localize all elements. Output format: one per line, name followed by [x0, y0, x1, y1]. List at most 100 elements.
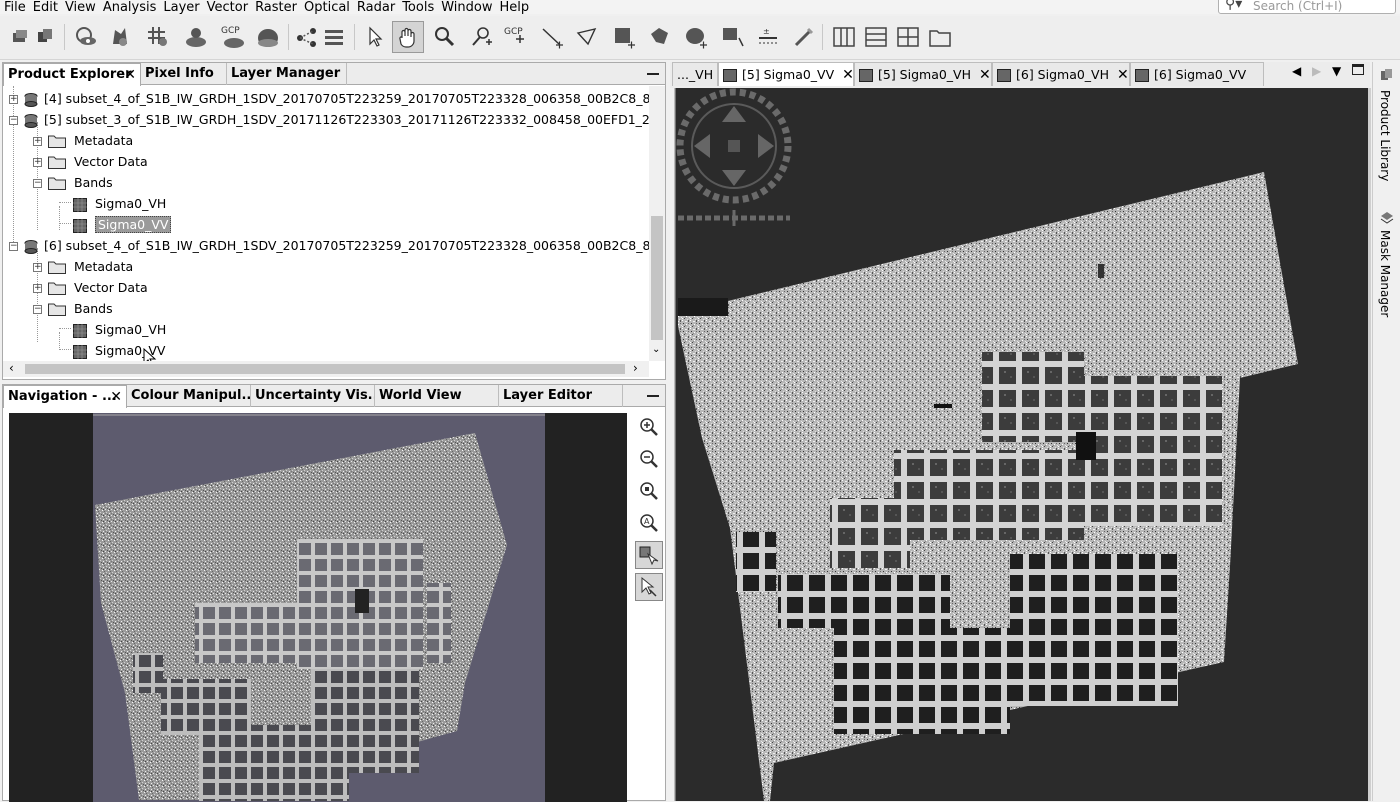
tab-pixel-info[interactable]: Pixel Info [141, 63, 227, 85]
expand-icon[interactable]: + [33, 284, 42, 293]
collapse-icon[interactable]: − [9, 242, 18, 251]
scroll-right-icon[interactable]: › [633, 361, 638, 375]
sync-views-icon[interactable] [635, 541, 663, 569]
menu-help[interactable]: Help [496, 1, 533, 15]
batch-icon[interactable] [318, 21, 350, 53]
tree-node-bands[interactable]: − Bands [33, 172, 113, 193]
pan-tool-icon[interactable] [392, 21, 424, 53]
band-icon [1135, 69, 1149, 82]
menu-file[interactable]: File [0, 1, 29, 15]
magic-brush-icon[interactable] [788, 21, 820, 53]
ellipse-draw-icon[interactable] [680, 21, 712, 53]
tab-navigation[interactable]: Navigation - ... ✕ [3, 385, 127, 408]
menu-layer[interactable]: Layer [159, 1, 202, 15]
tab-image-5-sigma0-vv[interactable]: [5] Sigma0_VV ✕ [718, 62, 854, 86]
tree-node-product-5[interactable]: − [5] subset_3_of_S1B_IW_GRDH_1SDV_201711… [9, 109, 649, 130]
product-library-icon[interactable] [30, 21, 62, 53]
tree-node-product-4[interactable]: + [4] subset_4_of_S1B_IW_GRDH_1SDV_201707… [9, 88, 649, 109]
menu-window[interactable]: Window [437, 1, 495, 15]
tile-single-icon[interactable] [924, 21, 956, 53]
rectangle-draw-icon[interactable] [608, 21, 640, 53]
grid-icon[interactable] [142, 21, 174, 53]
zoom-out-icon[interactable] [635, 445, 663, 473]
close-icon[interactable]: ✕ [1117, 63, 1129, 87]
side-tab-mask-manager[interactable]: Mask Manager [1378, 230, 1392, 317]
scroll-thumb[interactable] [25, 364, 625, 374]
tree-horizontal-scrollbar[interactable]: ‹ › [3, 361, 649, 377]
tab-scroll-left-icon[interactable]: ◀ [1292, 64, 1301, 78]
tab-list-icon[interactable]: ▼ [1332, 64, 1341, 78]
menu-view[interactable]: View [61, 1, 99, 15]
zoom-all-icon[interactable]: A [635, 509, 663, 537]
expand-icon[interactable]: + [33, 137, 42, 146]
minimize-icon[interactable] [647, 395, 659, 397]
tree-node-band-sigma0-vh[interactable]: Sigma0_VH [73, 193, 166, 214]
tree-node-band-sigma0-vv[interactable]: Sigma0_VV [73, 214, 172, 235]
polyline-draw-icon[interactable] [572, 21, 604, 53]
scroll-left-icon[interactable]: ‹ [9, 361, 14, 375]
tree-node-product-6[interactable]: − [6] subset_4_of_S1B_IW_GRDH_1SDV_201707… [9, 235, 649, 256]
tree-node-vector-data[interactable]: + Vector Data [33, 151, 148, 172]
collapse-icon[interactable]: − [33, 305, 42, 314]
zoom-pixel-icon[interactable] [635, 477, 663, 505]
select-tool-icon[interactable] [358, 21, 390, 53]
pin-icon[interactable] [180, 21, 212, 53]
range-finder-icon[interactable] [716, 21, 748, 53]
line-draw-icon[interactable] [536, 21, 568, 53]
magic-wand-icon[interactable]: ± [752, 21, 784, 53]
pin-placing-icon[interactable] [466, 21, 498, 53]
tab-layer-editor[interactable]: Layer Editor [499, 385, 623, 407]
tree-node-bands[interactable]: − Bands [33, 298, 113, 319]
tab-image-5-sigma0-vh[interactable]: [5] Sigma0_VH ✕ [854, 62, 992, 86]
menu-tools[interactable]: Tools [398, 1, 437, 15]
sync-cursor-icon[interactable] [635, 573, 663, 601]
gcp-manager-icon[interactable]: GCP [216, 21, 248, 53]
menu-analysis[interactable]: Analysis [99, 1, 160, 15]
menu-vector[interactable]: Vector [203, 1, 251, 15]
gcp-tool-icon[interactable] [104, 21, 136, 53]
tab-scroll-right-icon[interactable]: ▶ [1312, 64, 1321, 78]
scroll-down-icon[interactable]: ⌄ [652, 344, 660, 355]
tab-image-6-sigma0-vh[interactable]: [6] Sigma0_VH ✕ [992, 62, 1130, 86]
tab-image-vh-partial[interactable]: ..._VH [672, 62, 718, 86]
collapse-icon[interactable]: − [9, 116, 18, 125]
tab-colour-manipulation[interactable]: Colour Manipul... [127, 385, 251, 407]
polygon-draw-icon[interactable] [644, 21, 676, 53]
collapse-icon[interactable]: − [33, 179, 42, 188]
close-icon[interactable]: ✕ [110, 386, 122, 408]
expand-icon[interactable]: + [33, 158, 42, 167]
gcp-placing-icon[interactable]: GCP [500, 21, 532, 53]
tree-node-metadata[interactable]: + Metadata [33, 130, 133, 151]
layer-visibility-icon[interactable] [70, 21, 102, 53]
tab-image-6-sigma0-vv[interactable]: [6] Sigma0_VV [1130, 62, 1264, 86]
tab-uncertainty-visualisation[interactable]: Uncertainty Vis... [251, 385, 375, 407]
tab-layer-manager[interactable]: Layer Manager [227, 63, 347, 85]
expand-icon[interactable]: + [33, 263, 42, 272]
search-input[interactable]: ⚲▾ Search (Ctrl+I) [1218, 0, 1396, 14]
menu-raster[interactable]: Raster [251, 1, 300, 15]
minimize-icon[interactable] [647, 73, 659, 75]
tree-node-metadata[interactable]: + Metadata [33, 256, 133, 277]
close-icon[interactable]: ✕ [124, 64, 136, 86]
menu-radar[interactable]: Radar [353, 1, 398, 15]
tab-product-explorer[interactable]: Product Explorer ✕ [3, 63, 141, 86]
tile-vertically-icon[interactable] [892, 21, 924, 53]
maximize-icon[interactable] [1352, 64, 1364, 75]
close-icon[interactable]: ✕ [979, 63, 991, 87]
mask-icon[interactable] [252, 21, 284, 53]
menu-edit[interactable]: Edit [29, 1, 61, 15]
tab-world-view[interactable]: World View [375, 385, 499, 407]
tree-node-band-sigma0-vh[interactable]: Sigma0_VH [73, 319, 166, 340]
menu-optical[interactable]: Optical [300, 1, 353, 15]
close-icon[interactable]: ✕ [842, 63, 854, 87]
tree-node-vector-data[interactable]: + Vector Data [33, 277, 148, 298]
zoom-in-icon[interactable] [635, 413, 663, 441]
expand-icon[interactable]: + [9, 95, 18, 104]
tree-vertical-scrollbar[interactable]: ⌄ [649, 86, 665, 361]
tile-evenly-icon[interactable] [828, 21, 860, 53]
scroll-thumb[interactable] [651, 216, 663, 340]
zoom-tool-icon[interactable] [428, 21, 460, 53]
side-tab-product-library[interactable]: Product Library [1378, 90, 1392, 181]
image-view-canvas[interactable] [674, 88, 1368, 801]
tile-horizontally-icon[interactable] [860, 21, 892, 53]
